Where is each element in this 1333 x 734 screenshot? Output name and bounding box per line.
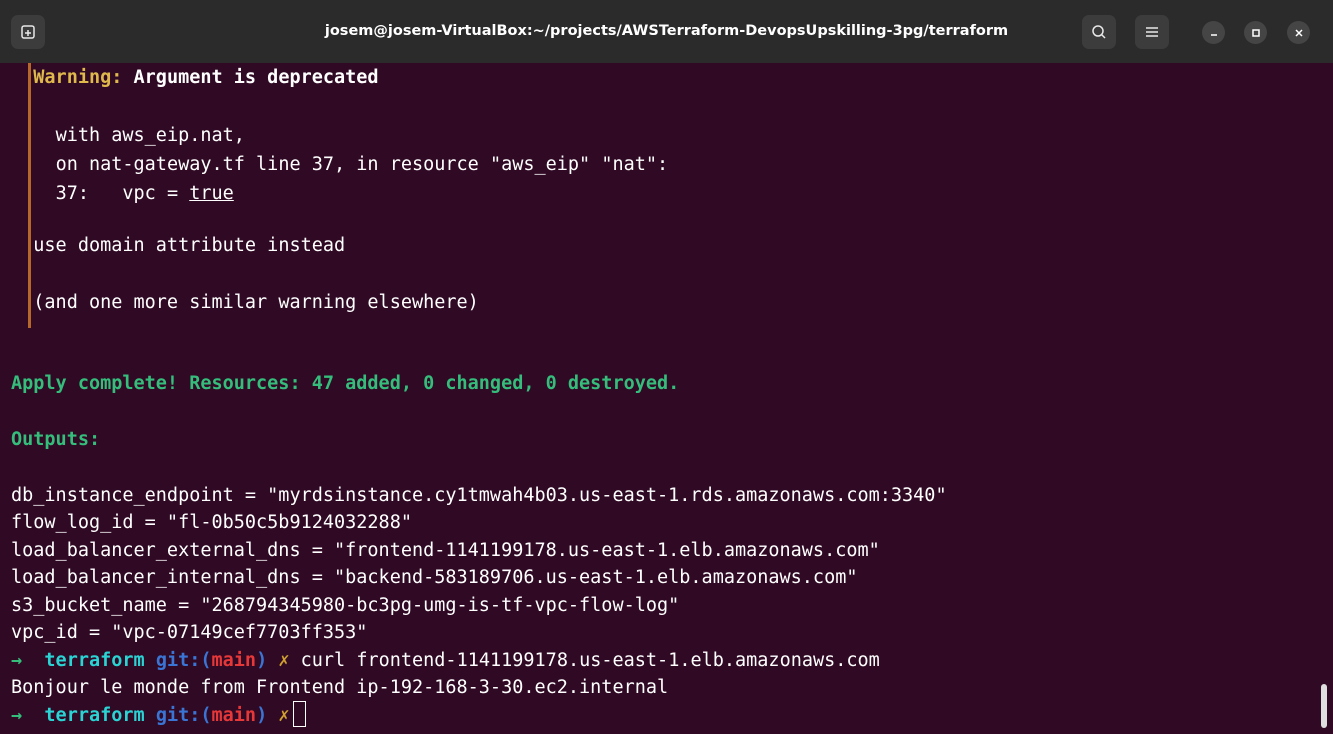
- warning-detail: use domain attribute instead: [11, 231, 345, 261]
- warning-with-text: with aws_eip.nat,: [55, 125, 245, 146]
- maximize-button[interactable]: [1244, 21, 1267, 44]
- minimize-icon: [1210, 33, 1217, 36]
- hamburger-menu-icon: [1146, 27, 1158, 37]
- prompt-branch: main: [211, 705, 257, 726]
- code-value: true: [189, 183, 234, 204]
- search-button[interactable]: [1082, 15, 1116, 49]
- apply-complete-line: Apply complete! Resources: 47 added, 0 c…: [11, 373, 680, 394]
- warning-more-text: (and one more similar warning elsewhere): [33, 292, 479, 313]
- output-line: load_balancer_external_dns = "frontend-1…: [11, 540, 880, 561]
- text-cursor: [292, 701, 306, 727]
- warning-code-line: 37: vpc = true: [11, 179, 234, 209]
- maximize-icon: [1251, 28, 1260, 37]
- code-prefix: vpc =: [122, 183, 190, 204]
- prompt-git: git:(: [155, 650, 212, 671]
- warning-on-line: on nat-gateway.tf line 37, in resource "…: [11, 150, 669, 180]
- prompt-branch: main: [211, 650, 257, 671]
- prompt-git: git:(: [155, 705, 212, 726]
- output-line: s3_bucket_name = "268794345980-bc3pg-umg…: [11, 595, 680, 616]
- warning-with-line: with aws_eip.nat,: [11, 121, 245, 151]
- prompt-arrow: →: [11, 705, 23, 726]
- prompt-git-close: ): [256, 650, 268, 671]
- scrollbar[interactable]: [1321, 684, 1327, 728]
- prompt-dirty: ✗: [278, 650, 290, 671]
- output-line: flow_log_id = "fl-0b50c5b9124032288": [11, 512, 412, 533]
- prompt-arrow: →: [11, 650, 23, 671]
- output-line: vpc_id = "vpc-07149cef7703ff353": [11, 622, 368, 643]
- output-line: db_instance_endpoint = "myrdsinstance.cy…: [11, 485, 947, 506]
- warning-heading: Warning: Argument is deprecated: [11, 63, 379, 93]
- code-line-number: 37:: [55, 183, 89, 204]
- warning-detail-text: use domain attribute instead: [33, 235, 346, 256]
- close-button[interactable]: [1287, 21, 1310, 44]
- search-icon: [1092, 25, 1106, 39]
- warning-more: (and one more similar warning elsewhere): [11, 288, 479, 318]
- warning-label: Warning:: [33, 67, 123, 88]
- title-bar: josem@josem-VirtualBox:~/projects/AWSTer…: [0, 0, 1333, 63]
- command-response: Bonjour le monde from Frontend ip-192-16…: [11, 677, 669, 698]
- prompt-line[interactable]: → terraform git:(main) ✗: [11, 701, 306, 731]
- prompt-dirty: ✗: [278, 705, 290, 726]
- outputs-label: Outputs:: [11, 429, 101, 450]
- terminal-output[interactable]: Warning: Argument is deprecated with aws…: [0, 63, 1333, 734]
- prompt-dir: terraform: [44, 705, 145, 726]
- output-line: load_balancer_internal_dns = "backend-58…: [11, 567, 858, 588]
- window-title: josem@josem-VirtualBox:~/projects/AWSTer…: [324, 23, 1009, 39]
- close-icon: [1294, 28, 1303, 37]
- warning-on-text: on nat-gateway.tf line 37, in resource "…: [55, 154, 669, 175]
- prompt-dir: terraform: [44, 650, 145, 671]
- command-line: → terraform git:(main) ✗ curl frontend-1…: [11, 646, 880, 676]
- menu-button[interactable]: [1135, 15, 1169, 49]
- prompt-git-close: ): [256, 705, 268, 726]
- warning-title: Argument is deprecated: [133, 67, 379, 88]
- minimize-button[interactable]: [1202, 21, 1225, 44]
- new-tab-button[interactable]: [11, 15, 45, 49]
- new-tab-icon: [21, 25, 35, 39]
- command-text: curl frontend-1141199178.us-east-1.elb.a…: [300, 650, 880, 671]
